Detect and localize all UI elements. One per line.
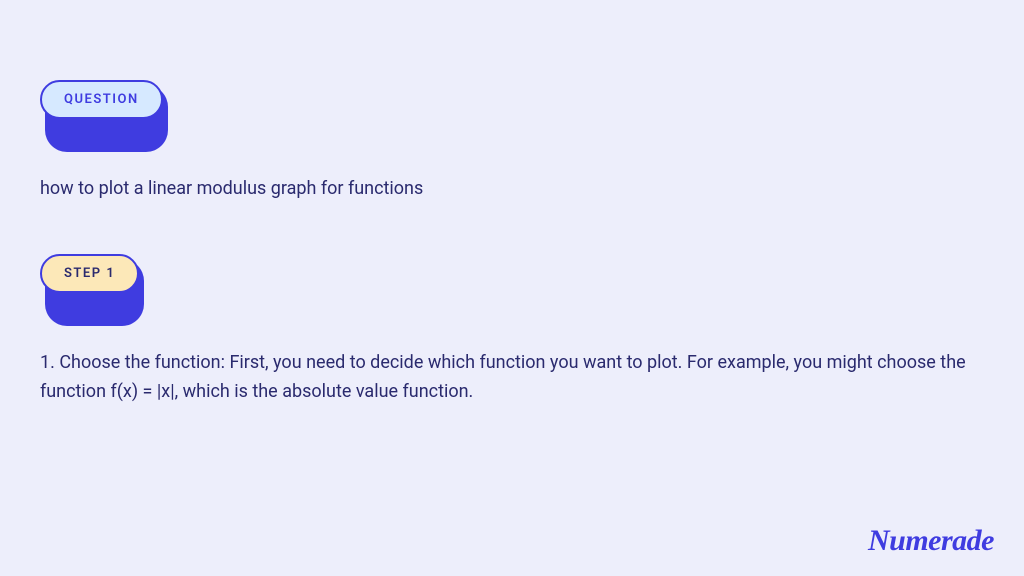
content-container: QUESTION how to plot a linear modulus gr… bbox=[0, 0, 1024, 447]
brand-logo: Numerade bbox=[868, 524, 994, 558]
question-badge: QUESTION bbox=[40, 80, 163, 119]
step-badge-wrapper: STEP 1 bbox=[40, 254, 139, 321]
question-badge-wrapper: QUESTION bbox=[40, 80, 163, 147]
step-text: 1. Choose the function: First, you need … bbox=[40, 349, 984, 407]
step-badge: STEP 1 bbox=[40, 254, 139, 293]
question-text: how to plot a linear modulus graph for f… bbox=[40, 175, 984, 202]
